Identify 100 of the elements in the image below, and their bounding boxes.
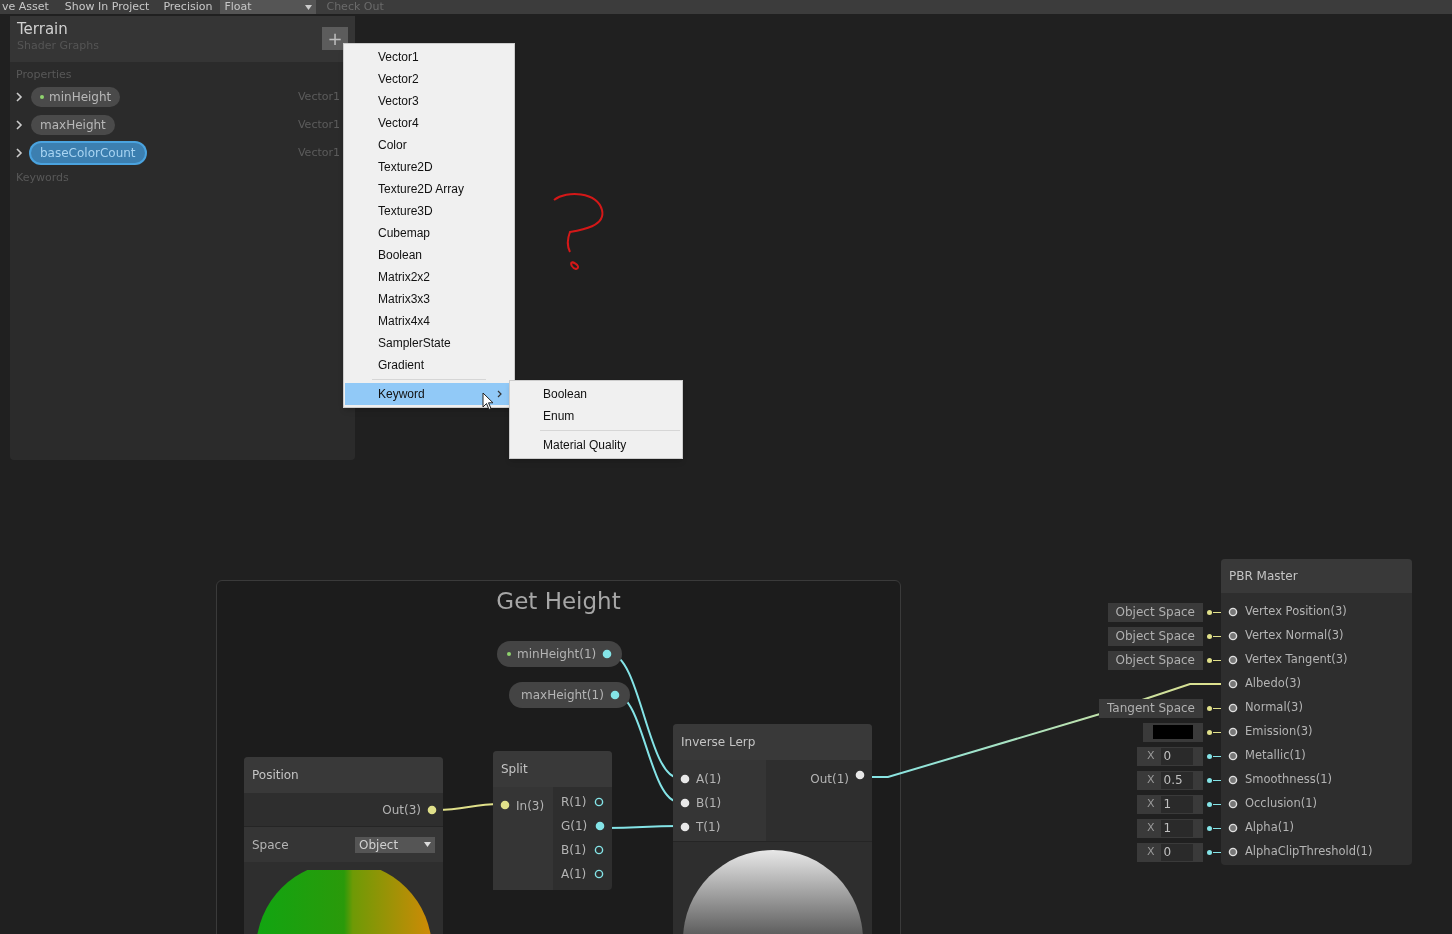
port-label: Out(3) xyxy=(382,801,421,819)
value-field[interactable]: 0 xyxy=(1160,747,1193,765)
value-field[interactable]: 0.5 xyxy=(1160,771,1193,789)
expand-chevron-icon[interactable] xyxy=(15,120,23,130)
port-icon[interactable] xyxy=(500,800,510,810)
precision-dropdown[interactable]: Float xyxy=(220,0,317,14)
color-input[interactable] xyxy=(1143,722,1203,742)
port-label: Vertex Position(3) xyxy=(1245,603,1347,621)
axis-label: X xyxy=(1147,747,1155,764)
port-icon[interactable] xyxy=(680,821,690,832)
port-icon[interactable] xyxy=(609,690,620,700)
port-icon[interactable] xyxy=(602,649,613,659)
menu-item[interactable]: Cubemap xyxy=(345,222,513,244)
port-label: AlphaClipThreshold(1) xyxy=(1245,843,1373,861)
menu-item[interactable]: Vector2 xyxy=(345,68,513,90)
menu-item[interactable]: Texture2D xyxy=(345,156,513,178)
space-input[interactable]: Tangent Space xyxy=(1099,698,1203,718)
port-label: G(1) xyxy=(561,817,588,835)
port-label: B(1) xyxy=(696,794,722,812)
menu-item[interactable]: Boolean xyxy=(510,383,682,405)
port-icon[interactable] xyxy=(594,844,605,855)
toolbar-label: Precision xyxy=(162,0,214,14)
port-icon[interactable] xyxy=(427,804,437,815)
property-node-label: maxHeight(1) xyxy=(520,687,604,704)
port-icon[interactable] xyxy=(1228,727,1238,737)
space-input[interactable]: Object Space xyxy=(1107,650,1203,670)
menu-item[interactable]: Matrix2x2 xyxy=(345,266,513,288)
space-dropdown[interactable]: Object xyxy=(355,836,435,853)
field-label: Space xyxy=(252,836,289,854)
add-button[interactable]: + xyxy=(322,27,348,50)
port-icon[interactable] xyxy=(1228,607,1238,617)
menu-item[interactable]: Vector1 xyxy=(345,46,513,68)
port-icon[interactable] xyxy=(1228,751,1238,761)
port-icon[interactable] xyxy=(1228,703,1238,713)
value-field[interactable]: 1 xyxy=(1160,795,1193,813)
property-node[interactable]: maxHeight(1) xyxy=(509,682,630,708)
port-label: Vertex Normal(3) xyxy=(1245,627,1344,645)
group-title: Get Height xyxy=(496,587,621,616)
pbr-master-node[interactable]: PBR Master Vertex Position(3) Vertex Normal(3) Vertex Tangent(3) Albedo(3) Normal(3) Emission(3) Metallic(1) Smoothness(1) Occlusion(1) Alpha(1) AlphaClipThreshold(1) xyxy=(1221,559,1412,865)
node-title: Position xyxy=(244,757,443,793)
port-label: Normal(3) xyxy=(1245,699,1303,717)
value-field[interactable]: 0 xyxy=(1160,843,1193,861)
port-label: Albedo(3) xyxy=(1245,675,1302,693)
menu-item[interactable]: Vector4 xyxy=(345,112,513,134)
menu-item[interactable]: Color xyxy=(345,134,513,156)
toolbar-button[interactable]: ve Asset xyxy=(0,0,55,14)
port-icon[interactable] xyxy=(595,820,606,831)
port-icon[interactable] xyxy=(594,868,605,879)
space-input[interactable]: Object Space xyxy=(1107,626,1203,646)
menu-item[interactable]: Texture3D xyxy=(345,200,513,222)
expand-chevron-icon[interactable] xyxy=(15,148,23,158)
port-icon[interactable] xyxy=(1228,655,1238,665)
menu-item[interactable]: Boolean xyxy=(345,244,513,266)
port-label: Alpha(1) xyxy=(1245,819,1294,837)
port-icon[interactable] xyxy=(680,797,690,808)
axis-label: X xyxy=(1147,795,1155,812)
blackboard-title: Terrain xyxy=(17,19,68,39)
menu-item[interactable]: Matrix3x3 xyxy=(345,288,513,310)
property-pill[interactable]: minHeight xyxy=(31,87,121,107)
port-label: Out(1) xyxy=(810,771,849,788)
port-icon[interactable] xyxy=(1228,823,1238,833)
inverse-lerp-node[interactable]: Inverse Lerp A(1) B(1) T(1) Out(1) xyxy=(673,724,872,934)
port-label: Vertex Tangent(3) xyxy=(1245,651,1348,669)
port-icon[interactable] xyxy=(1228,799,1238,809)
port-label: Metallic(1) xyxy=(1245,747,1306,765)
port-label: A(1) xyxy=(561,865,587,883)
port-icon[interactable] xyxy=(594,796,605,807)
split-node[interactable]: Split In(3) R(1) G(1) B(1) A(1) xyxy=(493,751,612,890)
port-label: Occlusion(1) xyxy=(1245,795,1317,813)
port-icon[interactable] xyxy=(1228,847,1238,857)
menu-item[interactable]: Texture2D Array xyxy=(345,178,513,200)
port-icon[interactable] xyxy=(1228,631,1238,641)
expand-chevron-icon[interactable] xyxy=(15,92,23,102)
menu-item[interactable]: Matrix4x4 xyxy=(345,310,513,332)
property-node-label: minHeight(1) xyxy=(517,646,597,663)
property-node[interactable]: minHeight(1) xyxy=(497,641,623,667)
port-icon[interactable] xyxy=(1228,775,1238,785)
node-title: Inverse Lerp xyxy=(673,724,872,760)
node-title: PBR Master xyxy=(1221,559,1412,593)
menu-item[interactable]: Enum xyxy=(510,405,682,427)
dropdown-caret-icon xyxy=(424,842,431,847)
port-label: R(1) xyxy=(561,793,587,811)
space-input[interactable]: Object Space xyxy=(1107,602,1203,622)
menu-item[interactable]: Vector3 xyxy=(345,90,513,112)
port-label: B(1) xyxy=(561,841,587,859)
position-node[interactable]: Position Out(3) Space Object xyxy=(244,757,443,934)
port-icon[interactable] xyxy=(855,770,865,780)
port-icon[interactable] xyxy=(680,773,690,784)
port-icon[interactable] xyxy=(1228,679,1238,689)
menu-item[interactable]: Gradient xyxy=(345,354,513,376)
value-field[interactable]: 1 xyxy=(1160,819,1193,837)
axis-label: X xyxy=(1147,843,1155,860)
node-title: Split xyxy=(493,751,612,787)
menu-item[interactable]: Material Quality xyxy=(510,434,682,456)
menu-item[interactable]: SamplerState xyxy=(345,332,513,354)
port-label: In(3) xyxy=(516,798,545,815)
property-pill[interactable]: maxHeight xyxy=(31,115,115,135)
toolbar-button[interactable]: Show In Project xyxy=(58,0,156,14)
axis-label: X xyxy=(1147,771,1155,788)
port-label: Smoothness(1) xyxy=(1245,771,1332,789)
